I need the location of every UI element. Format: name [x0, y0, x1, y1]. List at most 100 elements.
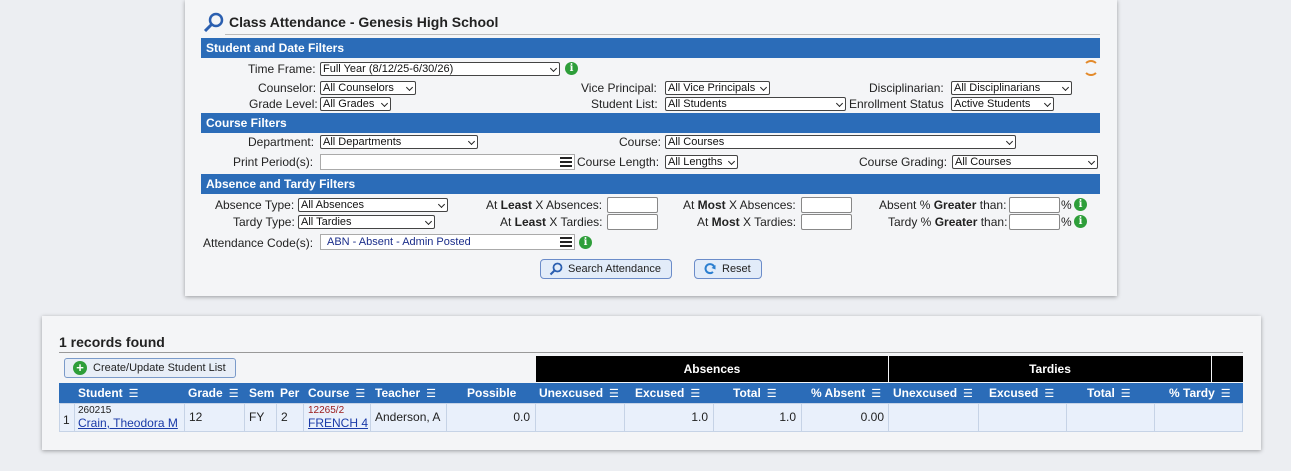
- attendance-codes-label: Attendance Code(s):: [203, 236, 314, 250]
- enrollment-status-label: Enrollment Status: [849, 97, 944, 111]
- col-abs-total[interactable]: Total ☰: [733, 383, 777, 403]
- enrollment-status-select[interactable]: Active Students: [951, 97, 1054, 111]
- per-cell: 2: [277, 403, 304, 432]
- course-name-link[interactable]: FRENCH 4: [308, 416, 370, 430]
- menu-icon[interactable]: [560, 157, 572, 167]
- absent-pct-info-icon[interactable]: i: [1074, 198, 1087, 211]
- tardy-type-label: Tardy Type:: [233, 215, 295, 229]
- col-pct-tardy[interactable]: % Tardy ☰: [1169, 383, 1231, 403]
- col-tar-unexcused[interactable]: Unexcused ☰: [893, 383, 973, 403]
- menu-icon[interactable]: [560, 237, 572, 247]
- reset-label: Reset: [722, 263, 751, 275]
- student-id: 260215: [78, 405, 112, 416]
- course-label: Course:: [619, 135, 662, 149]
- abs-excused-cell: 1.0: [625, 403, 714, 432]
- add-icon: +: [73, 361, 87, 375]
- magnifier-icon: [203, 12, 224, 32]
- course-cell: 12265/2 FRENCH 4: [304, 403, 371, 432]
- at-least-tardies-input[interactable]: [607, 214, 658, 230]
- department-select[interactable]: All Departments: [320, 135, 478, 149]
- col-sem: Sem: [249, 383, 275, 403]
- col-teacher[interactable]: Teacher ☰: [375, 383, 437, 403]
- tardy-type-select[interactable]: All Tardies: [298, 215, 435, 229]
- at-least-absences-input[interactable]: [607, 197, 658, 213]
- counselor-select[interactable]: All Counselors: [320, 81, 416, 95]
- records-count: 1 records found: [59, 334, 165, 350]
- attendance-codes-field[interactable]: ABN - Absent - Admin Posted: [320, 234, 575, 250]
- vice-principal-select[interactable]: All Vice Principals: [665, 81, 770, 95]
- col-tar-excused[interactable]: Excused ☰: [989, 383, 1055, 403]
- col-possible: Possible: [467, 383, 517, 403]
- section-student-date: Student and Date Filters: [201, 38, 1100, 58]
- sort-icon: ☰: [426, 388, 437, 400]
- create-student-list-button[interactable]: + Create/Update Student List: [64, 358, 236, 378]
- student-name-link[interactable]: Crain, Theodora M: [78, 416, 184, 430]
- grade-level-select[interactable]: All Grades: [320, 97, 391, 111]
- course-grading-select[interactable]: All Courses: [952, 155, 1098, 169]
- grade-level-label: Grade Level:: [249, 97, 318, 111]
- time-frame-info-icon[interactable]: i: [565, 62, 578, 75]
- col-student[interactable]: Student ☰: [78, 383, 139, 403]
- possible-cell: 0.0: [447, 403, 536, 432]
- refresh-icon[interactable]: [1083, 60, 1099, 76]
- absences-group-header: Absences: [536, 356, 888, 382]
- tardy-pct-label: Tardy % Greater than:: [888, 215, 1008, 229]
- tardies-group-header: Tardies: [889, 356, 1211, 382]
- section-absence-tardy: Absence and Tardy Filters: [201, 174, 1100, 194]
- sort-icon: ☰: [228, 388, 239, 400]
- at-most-tardies-input[interactable]: [801, 214, 852, 230]
- col-per: Per: [280, 383, 300, 403]
- at-most-absences-label: At Most X Absences:: [683, 198, 796, 212]
- course-length-label: Course Length:: [577, 155, 660, 169]
- sort-icon: ☰: [1044, 388, 1055, 400]
- search-attendance-button[interactable]: Search Attendance: [540, 259, 672, 279]
- tardy-pct-input[interactable]: [1009, 214, 1060, 230]
- col-pct-absent[interactable]: % Absent ☰: [811, 383, 882, 403]
- page-title-text: Class Attendance - Genesis High School: [229, 14, 499, 30]
- reset-button[interactable]: Reset: [694, 259, 762, 279]
- absent-pct-input[interactable]: [1009, 197, 1060, 213]
- tardy-pct-info-icon[interactable]: i: [1074, 215, 1087, 228]
- abs-unexcused-cell: [536, 403, 625, 432]
- at-most-absences-input[interactable]: [801, 197, 852, 213]
- sort-icon: ☰: [355, 388, 366, 400]
- absent-pct-sign: %: [1061, 198, 1072, 212]
- sort-icon: ☰: [766, 388, 777, 400]
- student-list-select[interactable]: All Students: [665, 97, 846, 111]
- disciplinarian-select[interactable]: All Disciplinarians: [951, 81, 1072, 95]
- course-length-select[interactable]: All Lengths: [665, 155, 738, 169]
- col-abs-unexcused[interactable]: Unexcused ☰: [539, 383, 619, 403]
- sem-cell: FY: [245, 403, 277, 432]
- col-abs-excused[interactable]: Excused ☰: [635, 383, 701, 403]
- at-least-absences-label: At Least X Absences:: [486, 198, 603, 212]
- tar-unexcused-cell: [889, 403, 979, 432]
- pct-absent-cell: 0.00: [802, 403, 889, 432]
- attendance-codes-info-icon[interactable]: i: [579, 236, 592, 249]
- sort-icon: ☰: [128, 388, 139, 400]
- counselor-label: Counselor:: [258, 81, 317, 95]
- print-periods-field[interactable]: [320, 154, 575, 170]
- course-code: 12265/2: [308, 405, 345, 416]
- sort-icon: ☰: [871, 388, 882, 400]
- teacher-cell: Anderson, A: [371, 403, 447, 432]
- tar-excused-cell: [979, 403, 1067, 432]
- at-most-tardies-label: At Most X Tardies:: [697, 215, 797, 229]
- col-course[interactable]: Course ☰: [308, 383, 366, 403]
- row-number: 1: [59, 403, 75, 432]
- search-attendance-label: Search Attendance: [568, 263, 661, 275]
- course-select[interactable]: All Courses: [665, 135, 1016, 149]
- sort-icon: ☰: [963, 388, 973, 400]
- col-tar-total[interactable]: Total ☰: [1087, 383, 1131, 403]
- reset-icon: [704, 263, 716, 275]
- sort-icon: ☰: [609, 388, 619, 400]
- blank-group-header: [1212, 356, 1243, 382]
- time-frame-label: Time Frame:: [248, 62, 316, 76]
- student-list-label: Student List:: [591, 97, 658, 111]
- absence-type-select[interactable]: All Absences: [298, 198, 448, 212]
- grade-cell: 12: [185, 403, 245, 432]
- col-grade[interactable]: Grade ☰: [188, 383, 239, 403]
- disciplinarian-label: Disciplinarian:: [869, 81, 944, 95]
- time-frame-select[interactable]: Full Year (8/12/25-6/30/26): [320, 62, 560, 76]
- at-least-tardies-label: At Least X Tardies:: [500, 215, 603, 229]
- create-student-list-label: Create/Update Student List: [93, 362, 226, 374]
